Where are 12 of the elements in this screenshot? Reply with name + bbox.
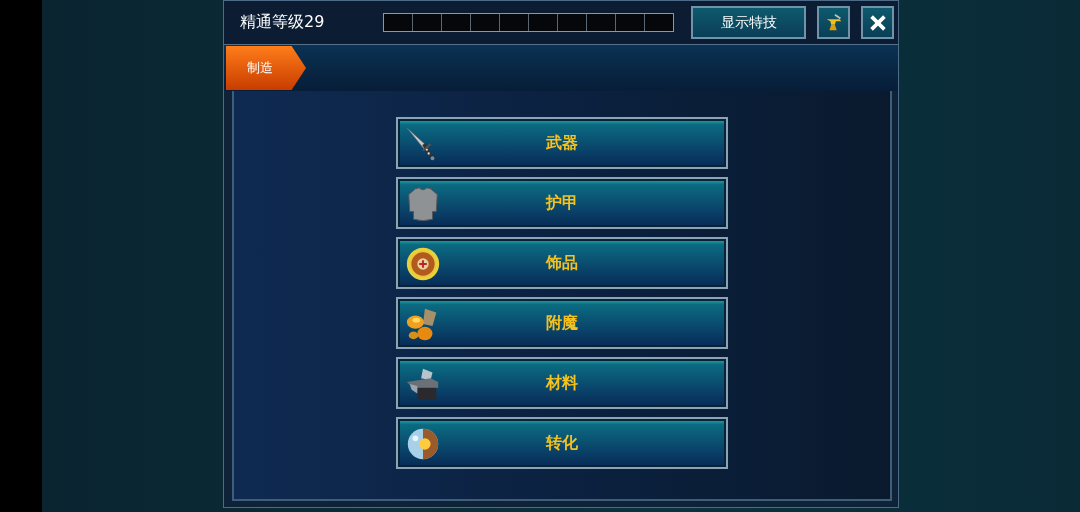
category-button[interactable]: 武器 xyxy=(396,117,728,169)
anvil-button[interactable] xyxy=(817,6,851,39)
category-button[interactable]: 材料 xyxy=(396,357,728,409)
medallion-icon xyxy=(404,245,442,283)
show-skills-button[interactable]: 显示特技 xyxy=(691,6,807,39)
category-button[interactable]: 护甲 xyxy=(396,177,728,229)
category-button[interactable]: 饰品 xyxy=(396,237,728,289)
craft-tab[interactable]: 制造 xyxy=(226,46,306,90)
category-button[interactable]: 附魔 xyxy=(396,297,728,349)
category-button[interactable]: 转化 xyxy=(396,417,728,469)
close-button[interactable] xyxy=(861,6,894,39)
mastery-title: 精通等级29 xyxy=(240,12,326,33)
